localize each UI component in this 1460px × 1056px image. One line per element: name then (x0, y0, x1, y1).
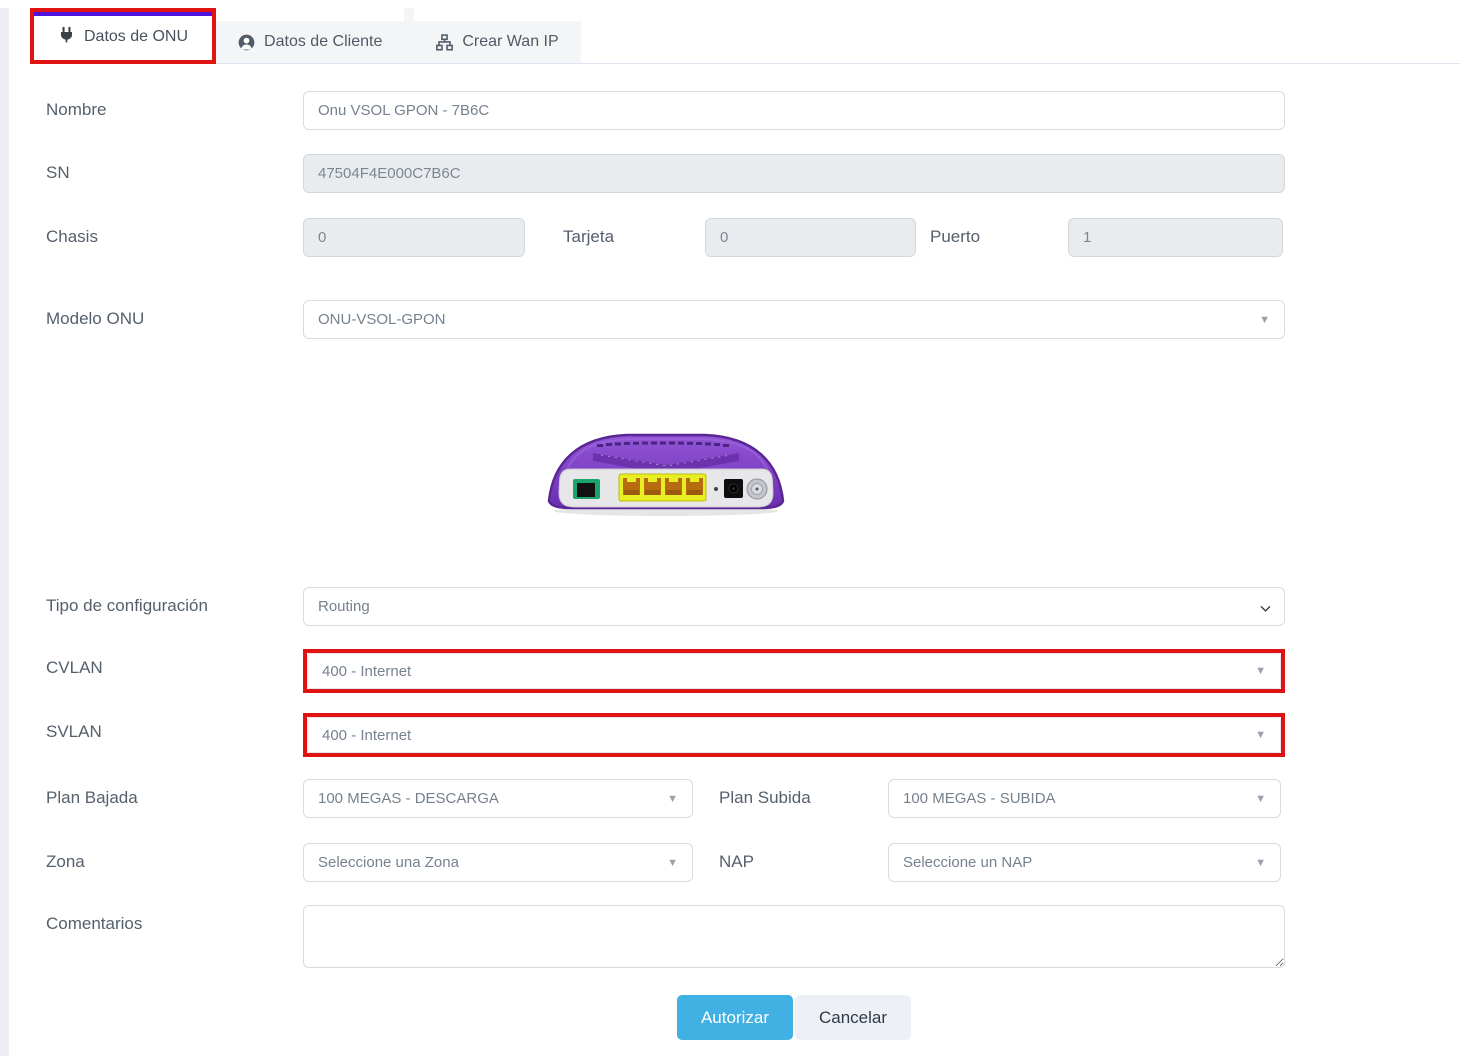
cvlan-select[interactable]: 400 - Internet ▼ (307, 653, 1281, 689)
plan-subida-value: 100 MEGAS - SUBIDA (903, 790, 1056, 807)
dropdown-arrow-icon: ▼ (1255, 729, 1266, 741)
field-row-chasis-tarjeta-puerto: Chasis Tarjeta Puerto (0, 218, 1460, 257)
puerto-input (1068, 218, 1283, 257)
svlan-select[interactable]: 400 - Internet ▼ (307, 717, 1281, 753)
field-row-nombre: Nombre (0, 91, 1460, 130)
plan-subida-label: Plan Subida (719, 779, 888, 808)
modelo-onu-value: ONU-VSOL-GPON (318, 311, 446, 328)
tab-label: Datos de ONU (84, 28, 188, 46)
cvlan-value: 400 - Internet (322, 663, 411, 680)
dropdown-arrow-icon: ▼ (1259, 313, 1270, 325)
page-left-margin (0, 8, 9, 1056)
zona-select[interactable]: Seleccione una Zona ▼ (303, 843, 693, 882)
field-row-svlan: SVLAN 400 - Internet ▼ (0, 713, 1460, 757)
tab-datos-cliente[interactable]: Datos de Cliente (216, 21, 404, 63)
tab-crear-wan-ip[interactable]: Crear Wan IP (414, 21, 580, 63)
autorizar-button[interactable]: Autorizar (677, 995, 793, 1040)
dropdown-arrow-icon: ▼ (667, 856, 678, 868)
tipo-configuracion-value: Routing (318, 598, 370, 615)
svlan-label: SVLAN (46, 713, 303, 742)
tarjeta-label: Tarjeta (563, 218, 705, 247)
nap-value: Seleccione un NAP (903, 854, 1032, 871)
tab-label: Crear Wan IP (462, 33, 558, 51)
field-row-zona-nap: Zona Seleccione una Zona ▼ NAP Seleccion… (0, 843, 1460, 882)
dropdown-arrow-icon: ▼ (1255, 792, 1266, 804)
field-row-modelo-onu: Modelo ONU ONU-VSOL-GPON ▼ (0, 300, 1460, 339)
dropdown-arrow-icon: ▼ (1255, 856, 1266, 868)
nombre-label: Nombre (46, 91, 303, 120)
tipo-configuracion-label: Tipo de configuración (46, 587, 303, 616)
cancelar-button[interactable]: Cancelar (795, 995, 911, 1040)
field-row-cvlan: CVLAN 400 - Internet ▼ (0, 649, 1460, 693)
tarjeta-input (705, 218, 916, 257)
tab-label: Datos de Cliente (264, 33, 382, 51)
sn-label: SN (46, 154, 303, 183)
plug-icon (58, 26, 75, 48)
field-row-tipo-configuracion: Tipo de configuración Routing (0, 587, 1460, 626)
puerto-label: Puerto (930, 218, 1068, 247)
tab-datos-onu[interactable]: Datos de ONU (34, 12, 212, 60)
nap-label: NAP (719, 843, 888, 872)
tab-separator (404, 8, 414, 63)
chasis-input (303, 218, 525, 257)
sn-input (303, 154, 1285, 193)
chevron-down-icon (1260, 599, 1271, 616)
dropdown-arrow-icon: ▼ (1255, 665, 1266, 677)
tab-bar: Datos de ONU Datos de Cliente (30, 8, 1460, 64)
onu-authorization-form: Datos de ONU Datos de Cliente (0, 8, 1460, 1056)
plan-subida-select[interactable]: 100 MEGAS - SUBIDA ▼ (888, 779, 1281, 818)
tipo-configuracion-select[interactable]: Routing (303, 587, 1285, 626)
modelo-onu-select[interactable]: ONU-VSOL-GPON ▼ (303, 300, 1285, 339)
plan-bajada-select[interactable]: 100 MEGAS - DESCARGA ▼ (303, 779, 693, 818)
onu-device-image (0, 411, 1285, 517)
plan-bajada-label: Plan Bajada (46, 779, 303, 808)
user-circle-icon (238, 34, 255, 51)
annotation-highlight-tab: Datos de ONU (30, 8, 216, 64)
comentarios-textarea[interactable] (303, 905, 1285, 968)
chasis-label: Chasis (46, 218, 303, 247)
cvlan-label: CVLAN (46, 649, 303, 678)
sitemap-icon (436, 34, 453, 51)
comentarios-label: Comentarios (46, 905, 303, 934)
svlan-value: 400 - Internet (322, 727, 411, 744)
nap-select[interactable]: Seleccione un NAP ▼ (888, 843, 1281, 882)
zona-label: Zona (46, 843, 303, 872)
modelo-onu-label: Modelo ONU (46, 300, 303, 329)
nombre-input[interactable] (303, 91, 1285, 130)
plan-bajada-value: 100 MEGAS - DESCARGA (318, 790, 499, 807)
annotation-highlight-svlan: 400 - Internet ▼ (303, 713, 1285, 757)
zona-value: Seleccione una Zona (318, 854, 459, 871)
dropdown-arrow-icon: ▼ (667, 792, 678, 804)
annotation-highlight-cvlan: 400 - Internet ▼ (303, 649, 1285, 693)
form-actions: Autorizar Cancelar (0, 995, 1285, 1040)
field-row-comentarios: Comentarios (0, 905, 1460, 968)
field-row-planes: Plan Bajada 100 MEGAS - DESCARGA ▼ Plan … (0, 779, 1460, 818)
field-row-sn: SN (0, 154, 1460, 193)
